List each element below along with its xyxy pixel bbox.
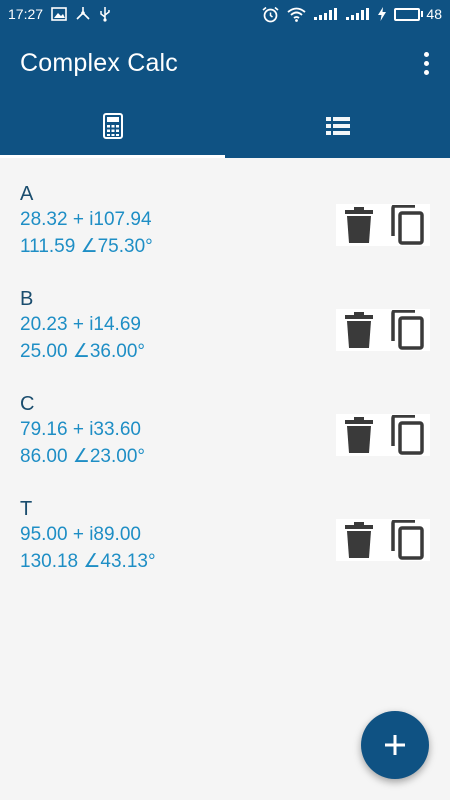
app-title: Complex Calc [20, 48, 179, 77]
list-item[interactable]: B 20.23 + i14.69 25.00 ∠36.00° [0, 263, 450, 368]
item-actions [336, 204, 430, 246]
signal-icon [346, 8, 370, 20]
list-item[interactable]: C 79.16 + i33.60 86.00 ∠23.00° [0, 368, 450, 473]
charging-icon [378, 7, 387, 21]
item-actions [336, 309, 430, 351]
alarm-icon [262, 6, 279, 23]
signal-icon [314, 8, 338, 20]
battery-icon [394, 7, 421, 21]
copy-button[interactable] [386, 519, 428, 561]
complex-number-list: A 28.32 + i107.94 111.59 ∠75.30° B 20.23… [0, 158, 450, 578]
add-icon [385, 735, 405, 755]
trash-icon [345, 207, 373, 243]
copy-button[interactable] [386, 204, 428, 246]
status-bar: 17:27 48 [0, 0, 450, 28]
copy-button[interactable] [386, 309, 428, 351]
item-actions [336, 519, 430, 561]
trash-icon [345, 312, 373, 348]
more-vert-icon[interactable] [414, 43, 438, 83]
list-icon [325, 116, 350, 140]
item-name: A [20, 183, 34, 205]
app-bar: Complex Calc [0, 28, 450, 98]
tab-bar [0, 98, 450, 158]
copy-icon [391, 520, 424, 560]
wifi-icon [287, 7, 306, 22]
item-name: B [20, 288, 34, 310]
add-button[interactable] [361, 711, 429, 779]
trash-icon [345, 522, 373, 558]
status-time: 17:27 [8, 6, 44, 22]
delete-button[interactable] [338, 414, 380, 456]
image-icon [51, 7, 67, 21]
item-actions [336, 414, 430, 456]
item-name: C [20, 393, 35, 415]
battery-indicator: 48 [394, 6, 442, 22]
delete-button[interactable] [338, 519, 380, 561]
battery-level: 48 [426, 6, 442, 22]
copy-button[interactable] [386, 414, 428, 456]
delete-button[interactable] [338, 309, 380, 351]
trash-icon [345, 417, 373, 453]
copy-icon [391, 415, 424, 455]
tab-list[interactable] [225, 98, 450, 158]
status-bar-left: 17:27 [8, 6, 111, 22]
list-item[interactable]: A 28.32 + i107.94 111.59 ∠75.30° [0, 158, 450, 263]
list-item[interactable]: T 95.00 + i89.00 130.18 ∠43.13° [0, 473, 450, 578]
delete-button[interactable] [338, 204, 380, 246]
copy-icon [391, 310, 424, 350]
copy-icon [391, 205, 424, 245]
calculator-icon [102, 112, 123, 144]
usb-share-icon [75, 6, 91, 22]
tab-calculator[interactable] [0, 98, 225, 158]
item-name: T [20, 498, 33, 520]
usb-icon [99, 6, 111, 22]
status-bar-right: 48 [262, 6, 442, 23]
